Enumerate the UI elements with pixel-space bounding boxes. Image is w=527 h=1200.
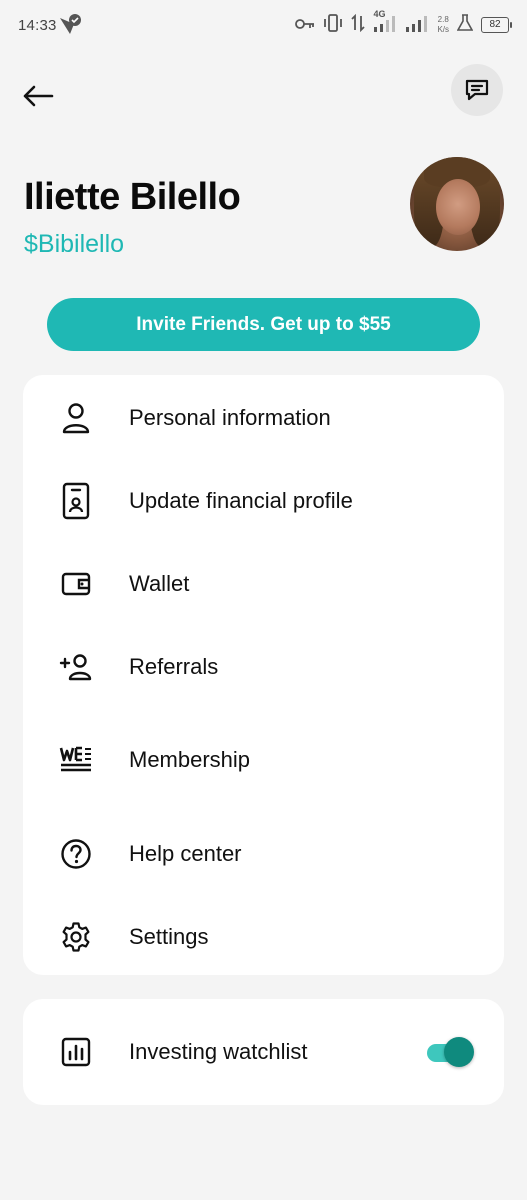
watchlist-toggle[interactable] bbox=[427, 1036, 475, 1068]
wallet-icon bbox=[57, 565, 95, 603]
status-bar: 14:33 4G 2.8 K/s 82 bbox=[0, 0, 527, 52]
menu-item-label: Help center bbox=[129, 841, 242, 866]
key-icon bbox=[295, 17, 315, 34]
menu-item-label: Wallet bbox=[129, 571, 190, 596]
net-speed-value: 2.8 bbox=[437, 15, 449, 24]
menu-item-label: Membership bbox=[129, 747, 251, 772]
menu-item-help-center[interactable]: Help center bbox=[23, 819, 504, 889]
help-icon bbox=[57, 835, 95, 873]
profile-name: Iliette Bilello bbox=[24, 176, 241, 218]
net-speed-unit: K/s bbox=[437, 25, 449, 34]
menu-item-label: Referrals bbox=[129, 654, 219, 679]
battery-indicator: 82 bbox=[481, 17, 512, 33]
toggle-thumb bbox=[444, 1037, 474, 1067]
profile-handle: $Bibilello bbox=[24, 230, 125, 258]
menu-item-label: Update financial profile bbox=[129, 488, 353, 513]
menu-item-membership[interactable]: Membership bbox=[23, 725, 504, 795]
back-button[interactable] bbox=[18, 78, 58, 114]
app-notification-icon bbox=[58, 14, 82, 40]
avatar[interactable] bbox=[410, 157, 504, 251]
menu-item-update-financial-profile[interactable]: Update financial profile bbox=[23, 466, 504, 536]
person-icon bbox=[57, 399, 95, 437]
add-person-icon bbox=[57, 648, 95, 686]
invite-friends-button[interactable]: Invite Friends. Get up to $55 bbox=[47, 298, 480, 351]
menu-item-settings[interactable]: Settings bbox=[23, 902, 504, 972]
menu-item-label: Settings bbox=[129, 924, 209, 949]
signal-strength-2-icon bbox=[405, 13, 429, 37]
bar-chart-icon bbox=[57, 1033, 95, 1071]
menu-item-referrals[interactable]: Referrals bbox=[23, 632, 504, 702]
arrow-left-icon bbox=[23, 85, 54, 107]
menu-item-personal-information[interactable]: Personal information bbox=[23, 383, 504, 453]
status-time: 14:33 bbox=[18, 17, 57, 34]
avatar-face bbox=[436, 179, 480, 235]
gear-icon bbox=[57, 918, 95, 956]
menu-item-label: Personal information bbox=[129, 405, 331, 430]
vibrate-icon bbox=[323, 14, 343, 36]
data-transfer-icon bbox=[351, 13, 366, 36]
chat-button[interactable] bbox=[451, 64, 503, 116]
network-speed: 2.8 K/s bbox=[437, 15, 449, 35]
signal-4g: 4G bbox=[373, 9, 397, 37]
menu-item-label: Investing watchlist bbox=[129, 1039, 308, 1064]
menu-item-wallet[interactable]: Wallet bbox=[23, 549, 504, 619]
flask-icon bbox=[456, 14, 474, 36]
id-card-icon bbox=[57, 482, 95, 520]
network-type-label: 4G bbox=[373, 9, 386, 19]
watchlist-card: Investing watchlist bbox=[23, 999, 504, 1105]
chat-bubble-icon bbox=[465, 79, 489, 101]
we-logo-icon bbox=[57, 741, 95, 779]
menu-card: Personal information Update financial pr… bbox=[23, 375, 504, 975]
